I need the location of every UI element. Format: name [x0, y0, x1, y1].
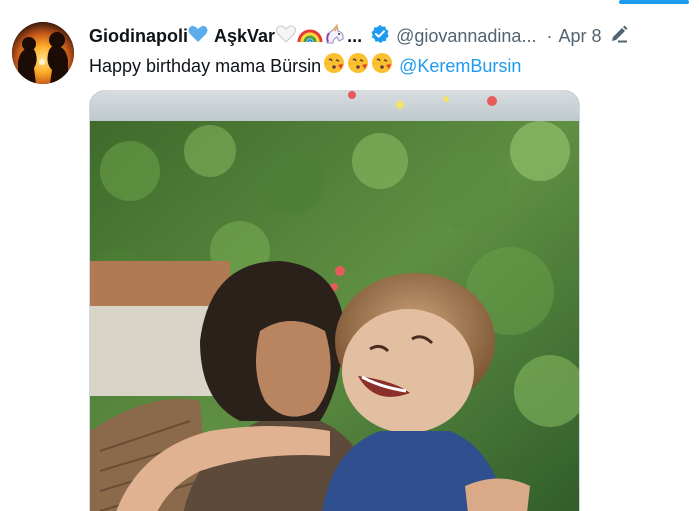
- face-blowing-kiss-icon: [347, 52, 369, 80]
- white-heart-icon: [275, 24, 297, 48]
- active-tab-indicator: [619, 0, 689, 4]
- tweet-header: Giodinapoli AşkVar ... @giovannadina... …: [89, 22, 689, 50]
- avatar-image: [12, 22, 74, 84]
- tweet-body: Happy birthday mama Bürsin: [89, 56, 322, 76]
- display-name[interactable]: Giodinapoli: [89, 26, 188, 47]
- user-handle[interactable]: @giovannadina...: [396, 26, 536, 47]
- tweet-photo[interactable]: [89, 90, 580, 511]
- dot-separator: ·: [546, 25, 553, 46]
- tweet-date[interactable]: Apr 8: [558, 26, 601, 47]
- avatar[interactable]: [12, 22, 74, 84]
- display-name-suffix[interactable]: AşkVar: [214, 26, 275, 47]
- name-ellipsis: ...: [347, 25, 363, 46]
- face-blowing-kiss-icon: [323, 52, 345, 80]
- face-blowing-kiss-icon: [371, 52, 393, 80]
- mention-link[interactable]: @KeremBursin: [399, 54, 521, 78]
- tweet-text: Happy birthday mama Bürsin @KeremBursin: [89, 52, 521, 80]
- blue-heart-icon: [188, 25, 208, 48]
- edit-pencil-icon[interactable]: [609, 24, 629, 49]
- unicorn-icon: [323, 23, 347, 50]
- rainbow-icon: [297, 24, 323, 49]
- tweet-page: Giodinapoli AşkVar ... @giovannadina... …: [0, 0, 699, 511]
- verified-badge-icon: [370, 24, 390, 49]
- photo-image: [90, 91, 579, 511]
